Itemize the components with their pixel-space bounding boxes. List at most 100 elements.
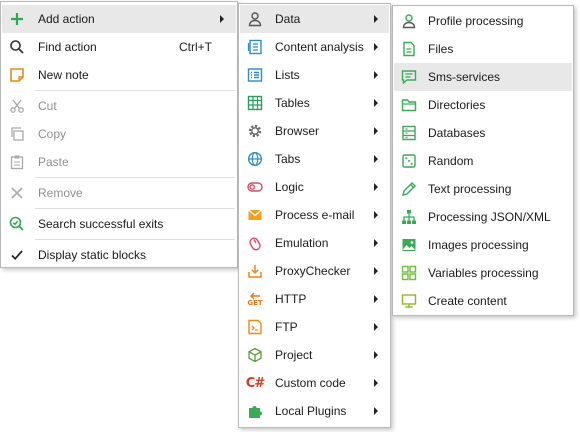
close-icon xyxy=(8,184,26,202)
submenu-item-content-analysis[interactable]: Content analysis xyxy=(240,33,389,61)
menu-item-display-static-blocks[interactable]: Display static blocks xyxy=(2,241,236,269)
csharp-icon: C# xyxy=(245,375,265,391)
menu-item-label: Logic xyxy=(275,180,304,194)
submenu-arrow-icon xyxy=(374,155,378,163)
globe-icon xyxy=(246,150,264,168)
menu-divider xyxy=(35,239,235,240)
add-action-submenu: Data Content analysis Lists Tables Brows… xyxy=(238,3,391,428)
menu-item-copy[interactable]: Copy xyxy=(2,120,236,148)
menu-item-label: Data xyxy=(275,12,301,26)
monitor-icon xyxy=(400,292,418,310)
submenu-item-profile-processing[interactable]: Profile processing xyxy=(394,7,572,35)
menu-item-paste[interactable]: Paste xyxy=(2,148,236,176)
submenu-item-processing-json-xml[interactable]: Processing JSON/XML xyxy=(394,203,572,231)
menu-item-label: Profile processing xyxy=(428,14,524,28)
menu-item-label: Project xyxy=(275,348,313,362)
menu-item-label: Cut xyxy=(38,99,57,113)
submenu-item-http[interactable]: GET HTTP xyxy=(240,285,389,313)
menu-item-label: ProxyChecker xyxy=(275,264,351,278)
data-submenu: Profile processing Files Sms-services Di… xyxy=(392,5,574,316)
menu-item-label: Content analysis xyxy=(275,40,364,54)
menu-item-label: Browser xyxy=(275,124,320,138)
submenu-item-custom-code[interactable]: C# Custom code xyxy=(240,369,389,397)
submenu-item-ftp[interactable]: FTP xyxy=(240,313,389,341)
note-icon xyxy=(8,66,26,84)
submenu-item-databases[interactable]: Databases xyxy=(394,119,572,147)
menu-item-label: Images processing xyxy=(428,238,529,252)
menu-item-label: Find action xyxy=(38,40,97,54)
submenu-item-logic[interactable]: Logic xyxy=(240,173,389,201)
submenu-item-tabs[interactable]: Tabs xyxy=(240,145,389,173)
pencil-icon xyxy=(400,180,418,198)
submenu-item-lists[interactable]: Lists xyxy=(240,61,389,89)
search-check-icon xyxy=(8,215,26,233)
submenu-arrow-icon xyxy=(374,239,378,247)
menu-item-label: Add action xyxy=(38,12,95,26)
submenu-item-directories[interactable]: Directories xyxy=(394,91,572,119)
table-icon xyxy=(246,94,264,112)
submenu-item-variables-processing[interactable]: Variables processing xyxy=(394,259,572,287)
menu-item-new-note[interactable]: New note xyxy=(2,61,236,89)
submenu-item-tables[interactable]: Tables xyxy=(240,89,389,117)
http-get-icon: GET xyxy=(246,290,264,308)
submenu-arrow-icon xyxy=(374,127,378,135)
submenu-arrow-icon xyxy=(374,323,378,331)
menu-item-add-action[interactable]: Add action xyxy=(2,5,236,33)
submenu-item-files[interactable]: Files xyxy=(394,35,572,63)
menu-item-label: Variables processing xyxy=(428,266,539,280)
submenu-arrow-icon xyxy=(374,211,378,219)
menu-item-label: Files xyxy=(428,42,454,56)
submenu-item-images-processing[interactable]: Images processing xyxy=(394,231,572,259)
menu-item-label: Display static blocks xyxy=(38,248,147,262)
submenu-arrow-icon xyxy=(374,295,378,303)
submenu-item-sms-services[interactable]: Sms-services xyxy=(394,63,572,91)
submenu-item-emulation[interactable]: Emulation xyxy=(240,229,389,257)
menu-divider xyxy=(35,208,235,209)
copy-icon xyxy=(8,125,26,143)
menu-item-label: Create content xyxy=(428,294,507,308)
menu-item-label: Lists xyxy=(275,68,300,82)
submenu-item-local-plugins[interactable]: Local Plugins xyxy=(240,397,389,425)
menu-item-label: Random xyxy=(428,154,474,168)
submenu-item-proxychecker[interactable]: ProxyChecker xyxy=(240,257,389,285)
menu-item-label: Emulation xyxy=(275,236,329,250)
scissors-icon xyxy=(8,97,26,115)
menu-item-label: Process e-mail xyxy=(275,208,355,222)
submenu-item-data[interactable]: Data xyxy=(240,5,389,33)
menu-item-label: Processing JSON/XML xyxy=(428,210,551,224)
shortcut-label: Ctrl+T xyxy=(179,40,212,54)
envelope-icon xyxy=(246,206,264,224)
menu-item-label: Search successful exits xyxy=(38,217,164,231)
menu-item-search-successful-exits[interactable]: Search successful exits xyxy=(2,210,236,238)
submenu-arrow-icon xyxy=(374,351,378,359)
menu-item-label: Sms-services xyxy=(428,70,501,84)
database-icon xyxy=(400,124,418,142)
submenu-item-browser[interactable]: Browser xyxy=(240,117,389,145)
context-menu: Add action Find action Ctrl+T New note C… xyxy=(0,1,238,268)
submenu-item-create-content[interactable]: Create content xyxy=(394,287,572,315)
plus-icon xyxy=(8,10,26,28)
submenu-arrow-icon xyxy=(374,379,378,387)
submenu-item-project[interactable]: Project xyxy=(240,341,389,369)
menu-item-cut[interactable]: Cut xyxy=(2,92,236,120)
submenu-item-text-processing[interactable]: Text processing xyxy=(394,175,572,203)
menu-item-remove[interactable]: Remove xyxy=(2,179,236,207)
submenu-item-random[interactable]: Random xyxy=(394,147,572,175)
menu-item-label: Tabs xyxy=(275,152,301,166)
menu-item-label: Text processing xyxy=(428,182,512,196)
menu-item-label: Paste xyxy=(38,155,69,169)
submenu-item-process-email[interactable]: Process e-mail xyxy=(240,201,389,229)
tree-icon xyxy=(400,208,418,226)
sms-icon xyxy=(400,68,418,86)
submenu-arrow-icon xyxy=(374,99,378,107)
menu-item-find-action[interactable]: Find action Ctrl+T xyxy=(2,33,236,61)
checkmark-icon xyxy=(8,246,26,264)
menu-item-label: Custom code xyxy=(275,376,346,390)
submenu-arrow-icon xyxy=(374,183,378,191)
menu-item-label: FTP xyxy=(275,320,298,334)
submenu-arrow-icon xyxy=(374,15,378,23)
image-icon xyxy=(400,236,418,254)
folder-icon xyxy=(400,96,418,114)
search-icon xyxy=(8,38,26,56)
user-icon xyxy=(246,10,264,28)
